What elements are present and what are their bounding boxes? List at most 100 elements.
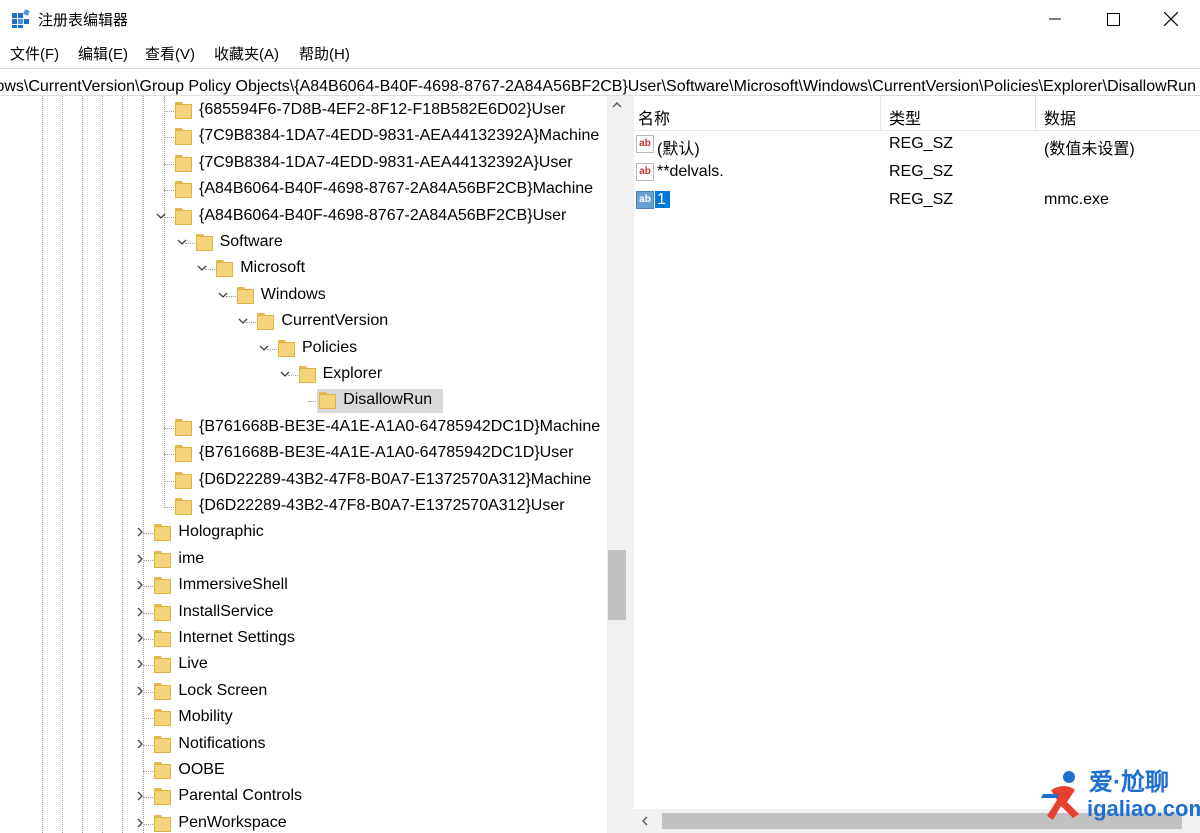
value-type: REG_SZ: [889, 163, 954, 180]
list-item-selected[interactable]: ab 1 REG_SZ mmc.exe: [634, 186, 1200, 214]
title-bar: 注册表编辑器: [0, 0, 1200, 38]
tree-item[interactable]: ime: [0, 547, 607, 573]
chevron-down-icon[interactable]: [258, 342, 270, 354]
tree-item[interactable]: Parental Controls: [0, 784, 607, 810]
tree-item[interactable]: Notifications: [0, 732, 607, 758]
tree-item-selected[interactable]: DisallowRun: [0, 388, 607, 414]
folder-icon: [154, 762, 172, 780]
tree-item[interactable]: {D6D22289-43B2-47F8-B0A7-E1372570A312}Us…: [0, 494, 607, 520]
chevron-right-icon[interactable]: [134, 738, 146, 750]
tree-item[interactable]: Windows: [0, 283, 607, 309]
scroll-up-arrow-icon[interactable]: [612, 102, 622, 108]
close-button[interactable]: [1142, 0, 1200, 38]
address-bar[interactable]: 计算机\HKEY_CURRENT_USER\Software\Microsoft…: [0, 68, 1200, 96]
tree-vertical-scrollbar[interactable]: [607, 96, 628, 833]
column-separator[interactable]: [880, 96, 881, 130]
chevron-right-icon[interactable]: [134, 817, 146, 829]
folder-icon: [154, 577, 172, 595]
menu-file[interactable]: 文件(F): [10, 43, 59, 64]
tree-item[interactable]: Software: [0, 230, 607, 256]
chevron-right-icon[interactable]: [134, 790, 146, 802]
chevron-down-icon[interactable]: [279, 368, 291, 380]
column-name-header[interactable]: 名称: [638, 105, 670, 129]
scroll-left-arrow-icon[interactable]: [642, 816, 648, 826]
menu-favorites[interactable]: 收藏夹(A): [214, 43, 279, 64]
values-list[interactable]: 名称 类型 数据 ab (默认) REG_SZ (数值未设置) ab **del…: [634, 96, 1200, 833]
tree-item-label: InstallService: [178, 602, 274, 620]
menu-edit[interactable]: 编辑(E): [78, 43, 128, 64]
column-data-header[interactable]: 数据: [1044, 105, 1076, 129]
tree-connector: [164, 507, 174, 508]
tree-item-label: Software: [219, 233, 283, 250]
folder-icon: [154, 656, 172, 674]
maximize-button[interactable]: [1084, 0, 1142, 38]
tree-item[interactable]: {A84B6064-B40F-4698-8767-2A84A56BF2CB}Ma…: [0, 177, 607, 203]
chevron-right-icon[interactable]: [134, 658, 146, 670]
tree-item[interactable]: {B761668B-BE3E-4A1E-A1A0-64785942DC1D}Us…: [0, 441, 607, 467]
menu-help[interactable]: 帮助(H): [299, 43, 350, 64]
tree-item-label: {685594F6-7D8B-4EF2-8F12-F18B582E6D02}Us…: [199, 101, 566, 118]
list-item[interactable]: ab (默认) REG_SZ (数值未设置): [634, 130, 1200, 158]
folder-icon: [257, 313, 275, 331]
tree-connector: [164, 454, 174, 456]
folder-icon: [236, 286, 255, 305]
chevron-right-icon[interactable]: [134, 685, 146, 697]
value-type: REG_SZ: [889, 191, 954, 208]
tree-item[interactable]: Live: [0, 652, 607, 678]
menu-view[interactable]: 查看(V): [145, 43, 195, 64]
running-figure-icon: [1041, 771, 1079, 820]
tree-item[interactable]: Mobility: [0, 705, 607, 731]
chevron-right-icon[interactable]: [134, 553, 146, 565]
tree-item-label: Windows: [260, 285, 326, 303]
tree-connector: [164, 111, 174, 112]
tree-item-label: Explorer: [322, 365, 383, 382]
tree-item[interactable]: Explorer: [0, 362, 607, 388]
tree-item[interactable]: {685594F6-7D8B-4EF2-8F12-F18B582E6D02}Us…: [0, 98, 607, 124]
chevron-down-icon[interactable]: [196, 262, 208, 274]
tree-item[interactable]: ImmersiveShell: [0, 573, 607, 599]
tree-item[interactable]: {B761668B-BE3E-4A1E-A1A0-64785942DC1D}Ma…: [0, 415, 607, 441]
folder-icon: [175, 207, 193, 226]
tree-item[interactable]: {7C9B8384-1DA7-4EDD-9831-AEA44132392A}Ma…: [0, 124, 607, 150]
chevron-down-icon[interactable]: [237, 315, 249, 327]
tree-item[interactable]: {D6D22289-43B2-47F8-B0A7-E1372570A312}Ma…: [0, 468, 607, 494]
tree-item[interactable]: Internet Settings: [0, 626, 607, 652]
chevron-right-icon[interactable]: [134, 579, 146, 591]
scrollbar-thumb[interactable]: [608, 550, 626, 620]
folder-icon: [175, 102, 193, 120]
chevron-right-icon[interactable]: [134, 526, 146, 538]
tree-item[interactable]: InstallService: [0, 600, 607, 626]
chevron-down-icon[interactable]: [176, 236, 188, 248]
tree-item[interactable]: {7C9B8384-1DA7-4EDD-9831-AEA44132392A}Us…: [0, 151, 607, 177]
tree-connector: [164, 427, 174, 429]
string-value-icon: ab: [636, 163, 654, 181]
tree-item-label: {D6D22289-43B2-47F8-B0A7-E1372570A312}Us…: [199, 497, 565, 514]
tree-item[interactable]: Policies: [0, 336, 607, 362]
chevron-down-icon[interactable]: [155, 210, 167, 222]
value-name[interactable]: 1: [655, 191, 670, 208]
tree-connector: [164, 137, 174, 139]
tree-item[interactable]: {A84B6064-B40F-4698-8767-2A84A56BF2CB}Us…: [0, 204, 607, 230]
column-separator[interactable]: [1035, 96, 1036, 130]
chevron-right-icon[interactable]: [134, 632, 146, 644]
tree-item[interactable]: Lock Screen: [0, 679, 607, 705]
column-type-header[interactable]: 类型: [889, 105, 921, 129]
folder-icon: [154, 814, 172, 833]
folder-icon: [175, 128, 193, 146]
minimize-button[interactable]: [1026, 0, 1084, 38]
chevron-right-icon[interactable]: [134, 606, 146, 618]
tree-item-label: Internet Settings: [178, 629, 295, 646]
tree-item[interactable]: Microsoft: [0, 256, 607, 282]
chevron-down-icon[interactable]: [217, 289, 229, 301]
tree-item[interactable]: Holographic: [0, 520, 607, 546]
tree-item[interactable]: OOBE: [0, 758, 607, 784]
list-item[interactable]: ab **delvals. REG_SZ: [634, 158, 1200, 186]
tree-item-label: {7C9B8384-1DA7-4EDD-9831-AEA44132392A}Us…: [199, 153, 573, 171]
folder-icon: [216, 260, 234, 278]
registry-tree[interactable]: {685594F6-7D8B-4EF2-8F12-F18B582E6D02}Us…: [0, 96, 607, 833]
tree-item[interactable]: CurrentVersion: [0, 309, 607, 335]
folder-icon: [278, 339, 296, 358]
tree-item-label: {B761668B-BE3E-4A1E-A1A0-64785942DC1D}Ma…: [199, 417, 601, 435]
value-data: (数值未设置): [1044, 141, 1135, 158]
tree-item[interactable]: PenWorkspace: [0, 811, 607, 833]
